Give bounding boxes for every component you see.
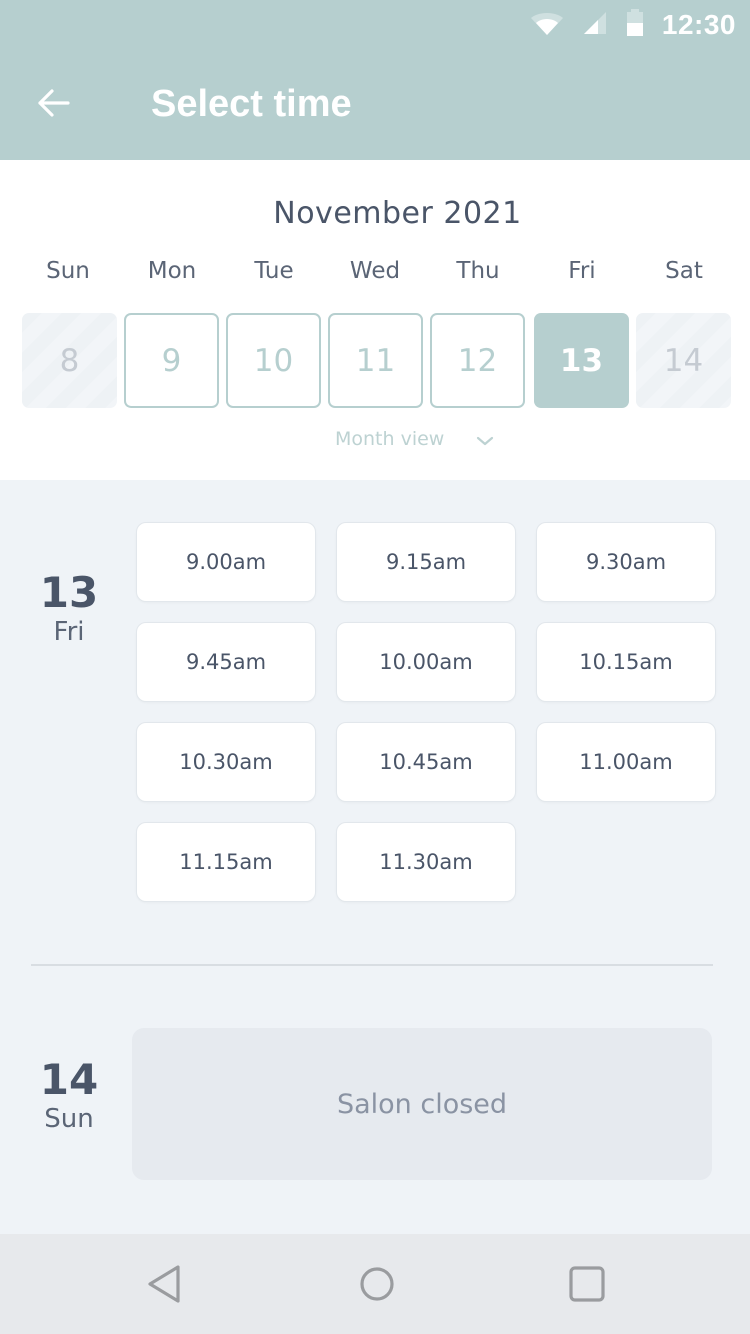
weekday-label: Fri	[568, 258, 596, 284]
weekday-label: Thu	[456, 258, 500, 284]
schedule-day-label: 13 Fri	[19, 570, 119, 648]
month-view-toggle[interactable]: Month view	[335, 428, 494, 450]
time-slot[interactable]: 11.00am	[536, 722, 716, 802]
day-cell[interactable]: 10	[226, 313, 321, 408]
nav-home-icon	[360, 1267, 394, 1301]
nav-recents-icon	[569, 1266, 605, 1302]
day-cell[interactable]: 9	[124, 313, 219, 408]
nav-back-button[interactable]	[138, 1256, 194, 1312]
weekday-label: Mon	[147, 258, 197, 284]
time-slot[interactable]: 10.00am	[336, 622, 516, 702]
weekday-label: Sun	[46, 258, 90, 284]
weekday-label: Sat	[665, 258, 703, 284]
back-button[interactable]	[28, 78, 78, 128]
wifi-icon	[530, 9, 564, 41]
month-title: November 2021	[273, 196, 522, 231]
nav-recents-button[interactable]	[559, 1256, 615, 1312]
day-cell[interactable]: 11	[328, 313, 423, 408]
time-slot[interactable]: 10.45am	[336, 722, 516, 802]
weekday-label: Wed	[349, 258, 401, 284]
nav-home-button[interactable]	[349, 1256, 405, 1312]
time-slot[interactable]: 11.15am	[136, 822, 316, 902]
time-slot[interactable]: 11.30am	[336, 822, 516, 902]
schedule-day-number: 13	[39, 568, 99, 617]
chevron-down-icon	[477, 436, 494, 446]
nav-back-icon	[148, 1265, 180, 1303]
schedule-day-number: 14	[39, 1055, 99, 1104]
schedule-day-label: 14 Sun	[19, 1057, 119, 1135]
time-slot[interactable]: 9.15am	[336, 522, 516, 602]
system-nav-bar	[0, 1234, 750, 1334]
time-slot[interactable]: 9.00am	[136, 522, 316, 602]
day-cell-disabled: 8	[22, 313, 117, 408]
status-bar: 12:30	[0, 0, 750, 50]
week-calendar: November 2021 Sun Mon Tue Wed Thu Fri Sa…	[0, 160, 750, 480]
arrow-left-icon	[38, 89, 70, 117]
day-divider	[31, 964, 713, 966]
day-cell-disabled: 14	[636, 313, 731, 408]
time-slot[interactable]: 10.30am	[136, 722, 316, 802]
app-bar: Select time	[0, 50, 750, 160]
day-cell[interactable]: 12	[430, 313, 525, 408]
month-view-label: Month view	[335, 428, 445, 450]
status-time: 12:30	[661, 9, 736, 40]
time-slot[interactable]: 10.15am	[536, 622, 716, 702]
time-slot[interactable]: 9.30am	[536, 522, 716, 602]
status-icons: 12:30	[530, 8, 736, 42]
day-cell-selected[interactable]: 13	[534, 313, 629, 408]
schedule-day-name: Fri	[53, 617, 85, 647]
page-title: Select time	[151, 83, 352, 125]
weekday-label: Tue	[254, 258, 294, 284]
signal-icon	[582, 10, 608, 40]
time-slot[interactable]: 9.45am	[136, 622, 316, 702]
battery-icon	[626, 9, 644, 41]
salon-closed-notice: Salon closed	[132, 1028, 712, 1180]
schedule-day-name: Sun	[44, 1104, 94, 1134]
